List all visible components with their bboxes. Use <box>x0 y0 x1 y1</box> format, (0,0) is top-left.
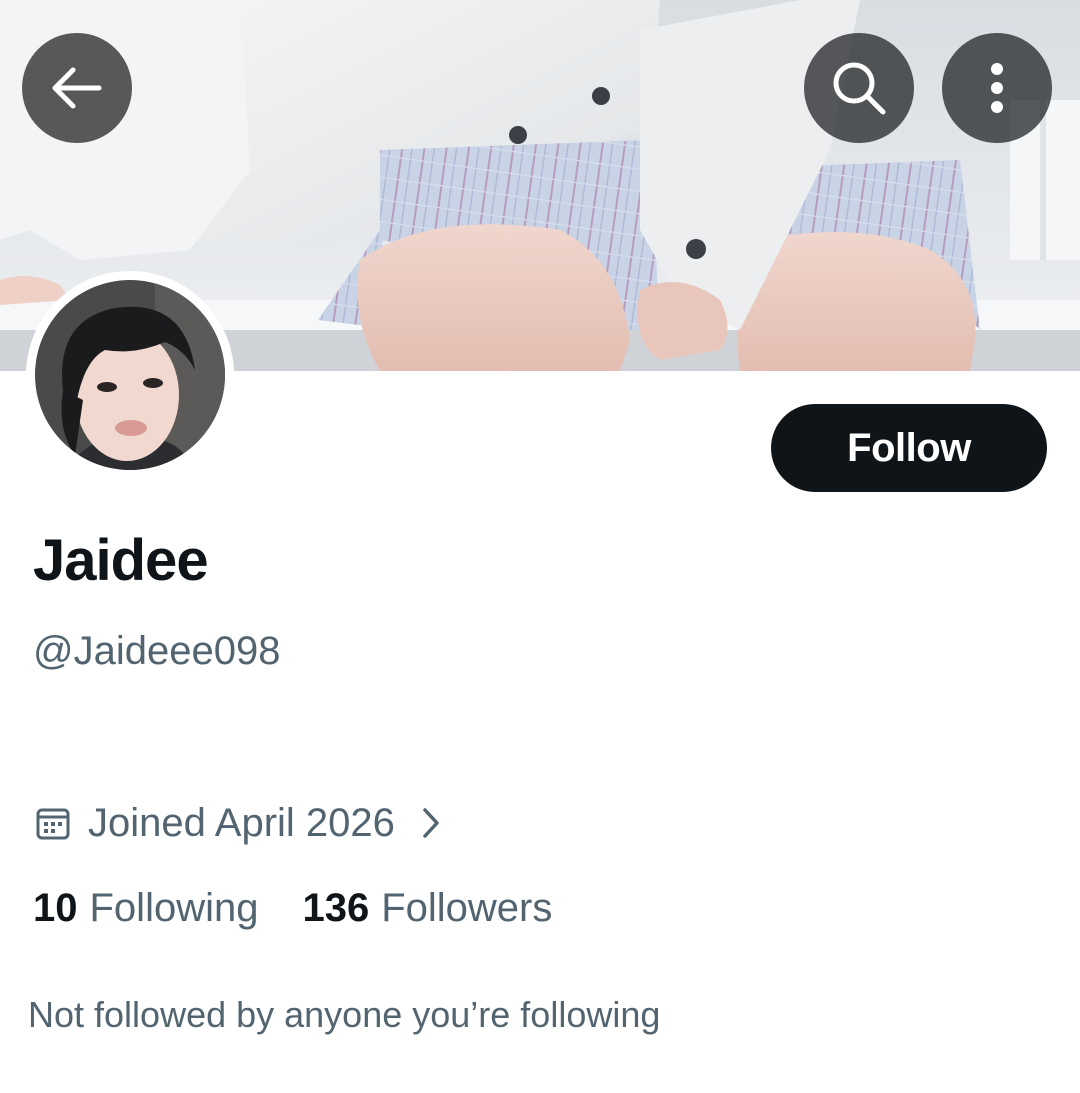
joined-text: Joined April 2026 <box>88 800 395 845</box>
more-options-button[interactable] <box>942 33 1052 143</box>
follow-button[interactable]: Follow <box>771 404 1047 492</box>
following-count: 10 <box>33 886 78 930</box>
more-vertical-icon <box>991 63 1003 113</box>
followers-label: Followers <box>381 886 553 930</box>
following-link[interactable]: 10 Following <box>33 882 258 934</box>
followers-count: 136 <box>302 886 370 930</box>
followers-link[interactable]: 136 Followers <box>302 882 552 934</box>
following-label: Following <box>89 886 259 930</box>
back-button[interactable] <box>22 33 132 143</box>
display-name: Jaidee <box>33 528 209 593</box>
search-button[interactable] <box>804 33 914 143</box>
user-handle: @Jaideee098 <box>33 629 281 673</box>
chevron-right-icon <box>423 808 439 838</box>
avatar[interactable] <box>26 271 234 479</box>
profile-stats: 10 Following 136 Followers <box>33 882 552 934</box>
arrow-left-icon <box>52 67 102 109</box>
joined-date[interactable]: Joined April 2026 <box>36 797 441 849</box>
avatar-image <box>35 280 225 470</box>
followed-by-text: Not followed by anyone you’re following <box>28 994 661 1035</box>
search-icon <box>833 62 886 115</box>
calendar-icon <box>36 808 70 840</box>
